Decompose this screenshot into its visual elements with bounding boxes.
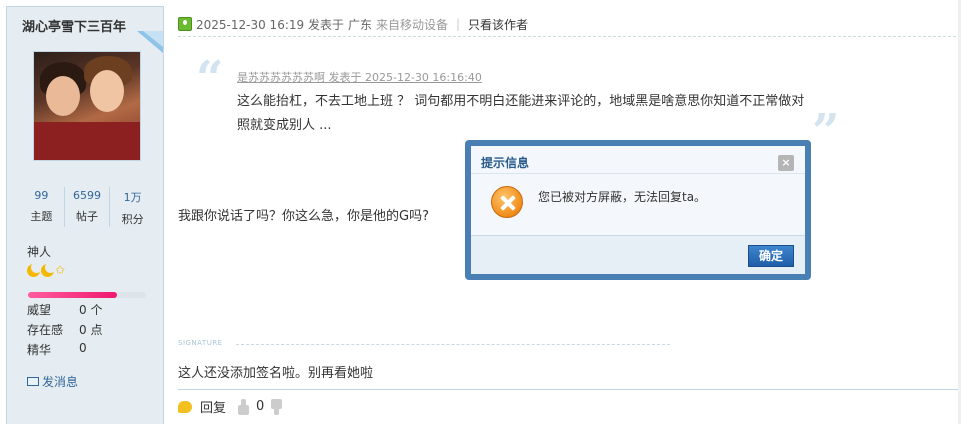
post-location: 广东	[347, 17, 372, 32]
post-actions: 回复 0	[178, 397, 290, 416]
stat-value: 1万	[123, 191, 142, 204]
separator: |	[455, 17, 461, 31]
post-header: 2025-12-30 16:19 发表于 广东 来自移动设备 | 只看该作者	[178, 14, 528, 34]
usergroup[interactable]: 神人	[27, 243, 51, 260]
stat-credits[interactable]: 1万 积分	[110, 187, 155, 227]
profile-presence: 存在感 0 点	[27, 321, 102, 338]
like-count: 0	[256, 399, 265, 414]
profile-value: 0 点	[79, 323, 103, 337]
profile-value: 0 个	[79, 303, 103, 317]
quote-author[interactable]: 是苏苏苏苏苏苏啊 发表于 2025-12-30 16:16:40	[237, 69, 482, 85]
reply-button[interactable]: 回复	[200, 397, 226, 416]
stat-value: 6599	[73, 189, 101, 202]
dialog-title-bar[interactable]: 提示信息 ×	[471, 146, 805, 174]
profile-digest: 精华 0	[27, 341, 87, 358]
profile-label: 精华	[27, 343, 52, 357]
online-status-icon	[178, 17, 192, 31]
send-message-label: 发消息	[42, 375, 79, 389]
dialog-title: 提示信息	[481, 156, 530, 170]
dialog-body: 提示信息 × 您已被对方屏蔽，无法回复ta。 确定	[471, 146, 805, 274]
dialog-footer: 确定	[471, 235, 805, 274]
reply-icon[interactable]	[178, 400, 192, 413]
moon-icon	[41, 262, 56, 277]
quote-open-icon: “	[196, 51, 224, 107]
header-divider	[178, 36, 961, 37]
author-stats: 99 主题 6599 帖子 1万 积分	[19, 187, 155, 227]
close-icon[interactable]: ×	[778, 155, 794, 171]
profile-label: 存在感	[27, 323, 64, 337]
level-progress-fill	[28, 292, 117, 298]
footer-divider	[178, 389, 961, 390]
stat-label: 积分	[121, 213, 144, 226]
online-corner-icon	[137, 31, 163, 53]
signature-divider	[236, 344, 670, 345]
envelope-icon	[27, 377, 39, 386]
stat-label: 主题	[30, 210, 53, 223]
avatar[interactable]	[33, 51, 141, 161]
thumbs-up-icon[interactable]	[236, 398, 250, 415]
thumbs-down-icon[interactable]	[270, 398, 284, 415]
level-progress-bar	[28, 292, 146, 298]
post-date: 2025-12-30 16:19 发表于	[196, 17, 344, 32]
stat-label: 帖子	[76, 210, 98, 223]
stat-posts[interactable]: 6599 帖子	[65, 187, 111, 227]
dialog-message: 您已被对方屏蔽，无法回复ta。	[538, 190, 707, 204]
rank-stars-icon: ✩	[27, 262, 66, 277]
alert-dialog: 提示信息 × 您已被对方屏蔽，无法回复ta。 确定	[465, 140, 811, 280]
confirm-button[interactable]: 确定	[748, 245, 794, 267]
post-body: 我跟你说话了吗？你这么急，你是他的G吗?	[178, 209, 429, 224]
stat-threads[interactable]: 99 主题	[19, 187, 65, 227]
signature-label: SIGNATURE	[178, 339, 223, 347]
only-author-link[interactable]: 只看该作者	[468, 16, 528, 33]
author-sidebar: 湖心亭雪下三百年 99 主题 6599 帖子 1万 积分 神人 ✩ 威望 0 个	[6, 6, 164, 424]
stat-value: 99	[34, 189, 49, 202]
signature-text: 这人还没添加签名啦。别再看她啦	[178, 366, 374, 381]
moon-icon	[27, 262, 42, 277]
star-icon: ✩	[55, 263, 66, 277]
profile-label: 威望	[27, 303, 52, 317]
profile-prestige: 威望 0 个	[27, 301, 102, 318]
quote-text: 这么能抬杠，不去工地上班 ？ 词句都用不明白还能进来评论的，地域黑是啥意思你知道…	[237, 94, 805, 133]
quote-close-icon: ”	[812, 104, 840, 160]
send-message-link[interactable]: 发消息	[27, 373, 78, 390]
post-device[interactable]: 来自移动设备	[376, 16, 448, 33]
profile-value: 0	[79, 341, 87, 355]
author-name[interactable]: 湖心亭雪下三百年	[22, 16, 126, 35]
error-icon	[491, 186, 523, 218]
